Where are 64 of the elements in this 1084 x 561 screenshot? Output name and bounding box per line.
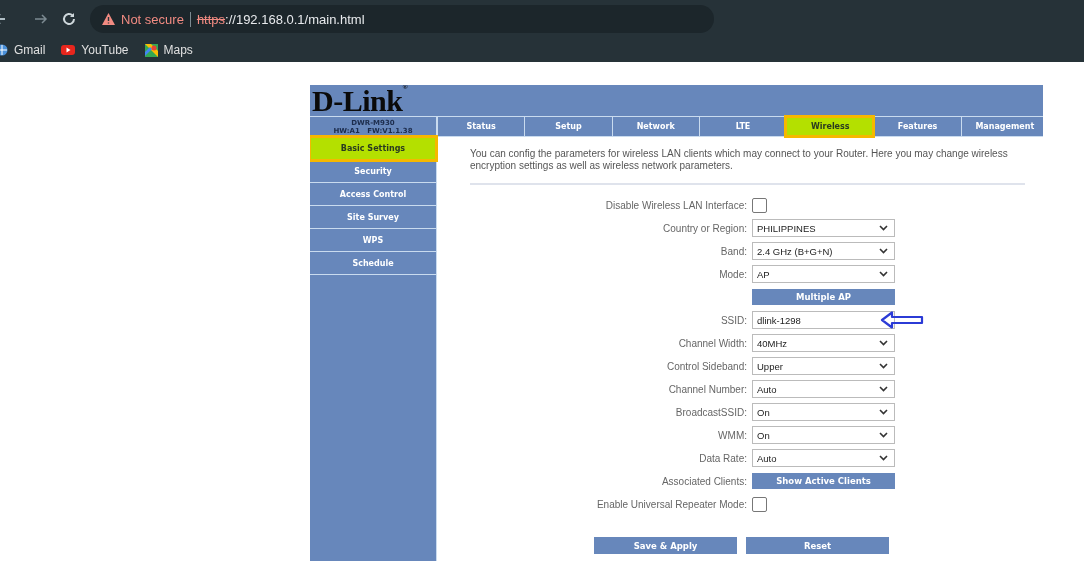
action-button[interactable]: Multiple AP <box>752 289 895 305</box>
chevron-down-icon <box>879 248 888 254</box>
field-label: Country or Region: <box>662 222 747 234</box>
field-label: Band: <box>719 245 747 257</box>
sidebar-item[interactable]: Site Survey <box>310 206 436 229</box>
reload-icon[interactable] <box>62 12 76 26</box>
nav-tab[interactable]: Setup <box>524 117 612 136</box>
field-label: Enable Universal Repeater Mode: <box>595 498 747 510</box>
warning-icon <box>102 13 115 25</box>
security-warning: Not secure <box>121 11 191 27</box>
url-text: ://192.168.0.1/main.html <box>225 11 365 27</box>
dropdown[interactable]: Auto <box>752 449 895 467</box>
chevron-down-icon <box>879 386 888 392</box>
sidebar-item[interactable]: Access Control <box>310 183 436 206</box>
dropdown[interactable]: On <box>752 426 895 444</box>
sidebar-item[interactable]: Schedule <box>310 252 436 275</box>
dropdown[interactable]: 2.4 GHz (B+G+N) <box>752 242 895 260</box>
action-button[interactable]: Show Active Clients <box>752 473 895 489</box>
nav-tab[interactable]: Wireless <box>786 117 874 136</box>
field-label: BroadcastSSID: <box>674 406 747 418</box>
field-label: Channel Width: <box>677 337 747 349</box>
dropdown[interactable]: On <box>752 403 895 421</box>
intro-text: You can config the parameters for wireless LAN clients which may connect to your Router. Here you may change wireless encryption settings as well as wireless network parameters. <box>470 148 1009 172</box>
dropdown[interactable]: PHILIPPINES <box>752 219 895 237</box>
field-label: WMM: <box>717 429 747 441</box>
chevron-down-icon <box>879 271 888 277</box>
forward-icon[interactable] <box>34 12 48 26</box>
dropdown[interactable]: 40MHz <box>752 334 895 352</box>
logo: D-Link$^{®}$ <box>312 85 408 116</box>
address-bar[interactable]: Not secure https://192.168.0.1/main.html <box>90 5 714 33</box>
play-icon <box>61 45 76 55</box>
sidebar-item[interactable]: Basic Settings <box>310 137 436 160</box>
field-label: SSID: <box>719 314 747 326</box>
chevron-down-icon <box>879 455 888 461</box>
field-label: Channel Number: <box>667 383 747 395</box>
checkbox[interactable] <box>752 197 767 213</box>
chevron-down-icon <box>879 363 888 369</box>
sidebar-item[interactable]: Security <box>310 160 436 183</box>
bookmark-link[interactable]: YouTube <box>81 43 129 57</box>
field-label: Control Sideband: <box>665 360 747 372</box>
nav-tab[interactable]: Status <box>437 117 525 136</box>
field-label: Mode: <box>718 268 747 280</box>
chevron-down-icon <box>879 225 888 231</box>
nav-tab[interactable]: Management <box>960 117 1043 136</box>
chevron-down-icon <box>879 432 888 438</box>
bookmark-link[interactable]: Gmail <box>14 43 46 57</box>
action-button[interactable]: Save & Apply <box>594 537 737 554</box>
sidebar-item[interactable]: WPS <box>310 229 436 252</box>
nav-tab[interactable]: Network <box>611 117 699 136</box>
bookmark-link[interactable]: Maps <box>163 43 193 57</box>
field-label: Disable Wireless LAN Interface: <box>604 199 747 211</box>
action-button[interactable]: Reset <box>746 537 889 554</box>
url-scheme: https <box>196 11 226 27</box>
field-label: Associated Clients: <box>660 475 747 487</box>
nav-tab[interactable]: Features <box>873 117 961 136</box>
ssid-field[interactable]: dlink-1298 <box>752 311 895 329</box>
map-icon <box>144 43 158 57</box>
chevron-down-icon <box>879 340 888 346</box>
dropdown[interactable]: Auto <box>752 380 895 398</box>
field-label: Data Rate: <box>698 452 747 464</box>
chevron-down-icon <box>879 409 888 415</box>
dropdown[interactable]: Upper <box>752 357 895 375</box>
checkbox[interactable] <box>752 496 767 512</box>
dropdown[interactable]: AP <box>752 265 895 283</box>
